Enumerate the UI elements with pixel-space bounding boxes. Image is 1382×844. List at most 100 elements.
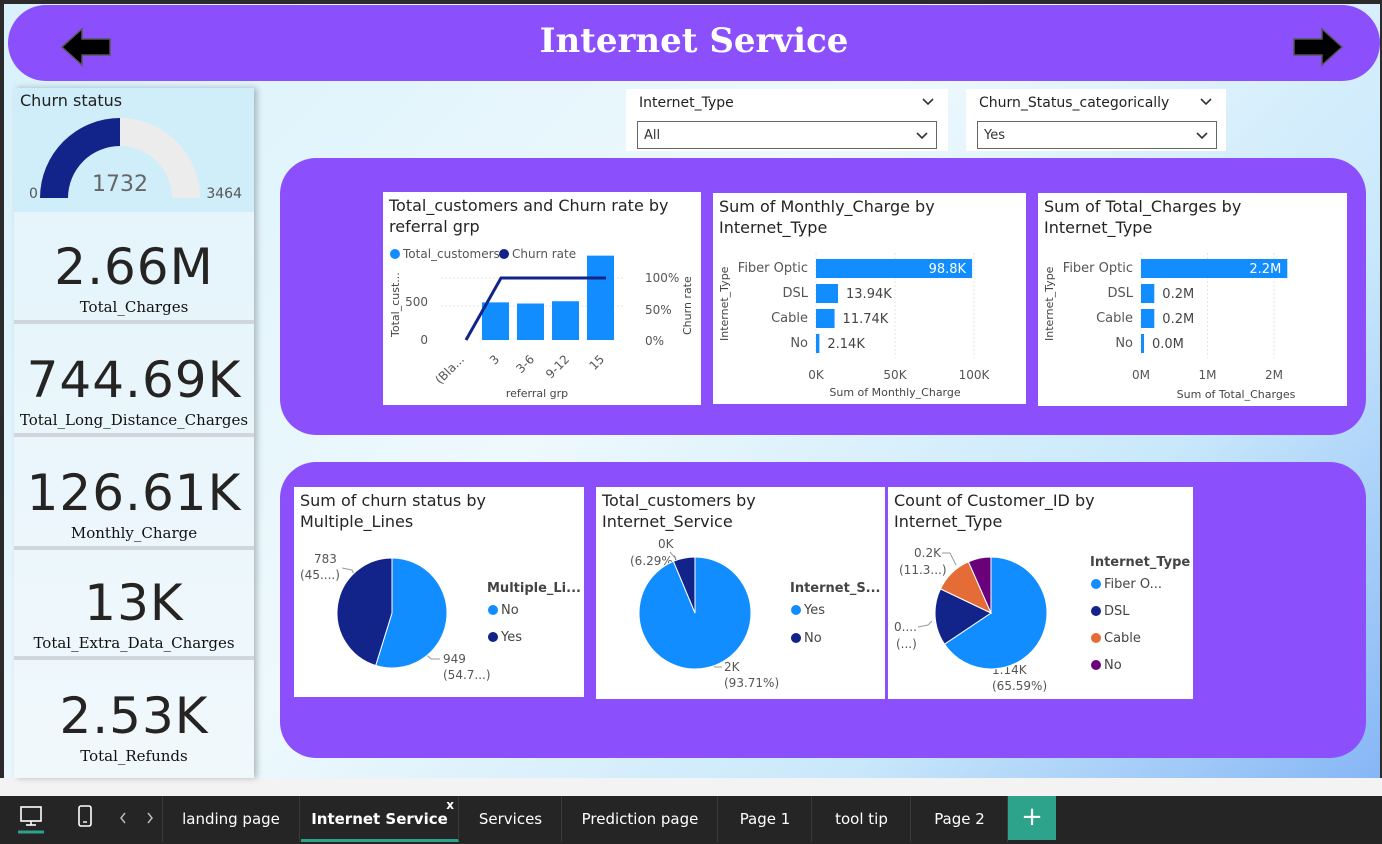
chart-referral-combo[interactable]: Total_customers and Churn rate by referr… xyxy=(383,192,701,405)
data-label: 0.... xyxy=(894,620,917,634)
category-label: Fiber Optic xyxy=(1063,261,1133,276)
chevron-down-icon[interactable] xyxy=(922,97,934,107)
legend-marker xyxy=(390,249,400,259)
slicer-title: Internet_Type xyxy=(639,95,734,111)
category-label: Fiber Optic xyxy=(738,261,808,276)
data-label: 2.2M xyxy=(1249,262,1281,277)
category-label: Cable xyxy=(771,311,808,326)
x-axis-title: referral grp xyxy=(506,387,568,400)
bar xyxy=(1141,334,1144,353)
arrow-right-icon[interactable] xyxy=(1292,27,1344,67)
bar xyxy=(816,284,839,303)
legend-marker xyxy=(488,632,498,642)
legend-label: Churn rate xyxy=(512,247,576,261)
kpi-column: Churn status 0 1732 3464 2.66M Total_Cha… xyxy=(14,88,254,778)
legend-label: No xyxy=(1104,658,1122,673)
legend-marker xyxy=(791,605,801,615)
tab-services[interactable]: Services xyxy=(460,796,562,842)
kpi-label: Total_Extra_Data_Charges xyxy=(33,634,235,652)
y-axis-title: Total_cust... xyxy=(389,272,402,338)
leader-line xyxy=(917,620,933,628)
data-label: 949 xyxy=(443,652,466,666)
x-tick: 100K xyxy=(959,368,991,382)
x-tick: 9-12 xyxy=(543,352,572,381)
chart-monthly-charge[interactable]: Sum of Monthly_Charge by Internet_Type I… xyxy=(713,193,1026,404)
x-tick: 2M xyxy=(1265,368,1283,382)
desktop-view-icon[interactable] xyxy=(18,804,44,834)
slicer-dropdown[interactable]: Yes xyxy=(977,121,1217,149)
add-page-button[interactable]: + xyxy=(1008,796,1056,840)
tab-prediction-page[interactable]: Prediction page xyxy=(563,796,718,842)
legend-label: DSL xyxy=(1104,604,1130,619)
chart-total-charges[interactable]: Sum of Total_Charges by Internet_Type In… xyxy=(1038,193,1347,406)
data-label: 98.8K xyxy=(929,262,967,277)
data-label: 13.94K xyxy=(846,287,892,302)
bar xyxy=(1141,309,1155,328)
tab-label: Internet Service xyxy=(311,810,448,828)
x-tick: 1M xyxy=(1199,368,1217,382)
bar xyxy=(552,301,579,340)
legend-marker xyxy=(791,633,801,643)
chevron-down-icon[interactable] xyxy=(1200,97,1212,107)
pie-chart-svg: Multiple_Li... No Yes 783 (45....) 949 (… xyxy=(300,552,581,682)
gauge-min: 0 xyxy=(29,186,38,202)
data-label: 0.2K xyxy=(914,546,942,560)
mobile-view-icon[interactable] xyxy=(77,804,93,830)
data-label: 0.2M xyxy=(1162,312,1194,327)
tab-page-2[interactable]: Page 2 xyxy=(912,796,1008,842)
kpi-card-total-charges[interactable]: 2.66M Total_Charges xyxy=(14,218,254,324)
kpi-value: 2.66M xyxy=(54,238,214,296)
slicer-churn-status: Churn_Status_categorically Yes xyxy=(966,89,1226,151)
chart-multiple-lines-pie[interactable]: Sum of churn status by Multiple_Lines Mu… xyxy=(294,487,584,697)
churn-gauge-card[interactable]: Churn status 0 1732 3464 xyxy=(14,88,254,212)
tab-tool-tip[interactable]: tool tip xyxy=(813,796,911,842)
data-label: (54.7...) xyxy=(443,668,491,682)
data-label: (65.59%) xyxy=(992,679,1047,693)
legend-title: Internet_S... xyxy=(790,581,881,596)
kpi-label: Total_Refunds xyxy=(80,747,188,765)
data-label: 783 xyxy=(314,552,337,566)
tab-page-1[interactable]: Page 1 xyxy=(719,796,812,842)
x-tick: 50K xyxy=(883,368,907,382)
legend-marker xyxy=(488,605,498,615)
kpi-card-refunds[interactable]: 2.53K Total_Refunds xyxy=(14,667,254,773)
kpi-label: Monthly_Charge xyxy=(70,524,198,542)
category-label: Cable xyxy=(1096,311,1133,326)
monthly-charge-svg: Internet_Type Sum of Monthly_Charge Fibe… xyxy=(718,253,991,399)
kpi-card-long-distance[interactable]: 744.69K Total_Long_Distance_Charges xyxy=(14,331,254,437)
kpi-card-extra-data[interactable]: 13K Total_Extra_Data_Charges xyxy=(14,554,254,660)
canvas-footer xyxy=(0,778,1382,796)
slicer-internet-type: Internet_Type All xyxy=(626,89,948,151)
y2-axis-title: Churn rate xyxy=(681,276,694,335)
data-label: (11.3...) xyxy=(899,563,947,577)
legend-label: Cable xyxy=(1104,631,1141,646)
churn-gauge: 0 1732 3464 xyxy=(29,118,242,202)
chart-internet-service-pie[interactable]: Total_customers by Internet_Service Inte… xyxy=(596,487,885,699)
gauge-max: 3464 xyxy=(206,186,242,202)
chart-internet-type-pie[interactable]: Count of Customer_ID by Internet_Type In… xyxy=(888,487,1193,699)
legend-marker xyxy=(1091,579,1101,589)
legend-marker xyxy=(1091,606,1101,616)
kpi-value: 744.69K xyxy=(26,351,242,409)
combo-chart-svg: Total_customers Churn rate Total_cust...… xyxy=(389,247,694,400)
x-tick: 3 xyxy=(487,352,502,367)
data-label: 0.0M xyxy=(1152,337,1184,352)
kpi-value: 13K xyxy=(84,574,184,632)
chevron-right-icon[interactable] xyxy=(145,811,155,825)
slicer-value: Yes xyxy=(984,128,1005,143)
kpi-value: 126.61K xyxy=(26,464,242,522)
y-axis-title: Internet_Type xyxy=(718,266,731,341)
tab-landing-page[interactable]: landing page xyxy=(162,796,300,842)
chevron-left-icon[interactable] xyxy=(118,811,128,825)
close-icon[interactable]: x xyxy=(446,782,454,828)
bar xyxy=(587,255,614,340)
data-label: (...) xyxy=(896,637,917,651)
legend-title: Internet_Type xyxy=(1090,555,1190,570)
slicer-dropdown[interactable]: All xyxy=(637,121,937,149)
data-label: 2K xyxy=(724,660,741,674)
tab-internet-service[interactable]: Internet Service x xyxy=(301,796,459,842)
bar xyxy=(482,302,509,340)
chevron-down-icon xyxy=(1196,132,1208,140)
kpi-card-monthly-charge[interactable]: 126.61K Monthly_Charge xyxy=(14,444,254,550)
page-title: Internet Service xyxy=(539,21,849,61)
